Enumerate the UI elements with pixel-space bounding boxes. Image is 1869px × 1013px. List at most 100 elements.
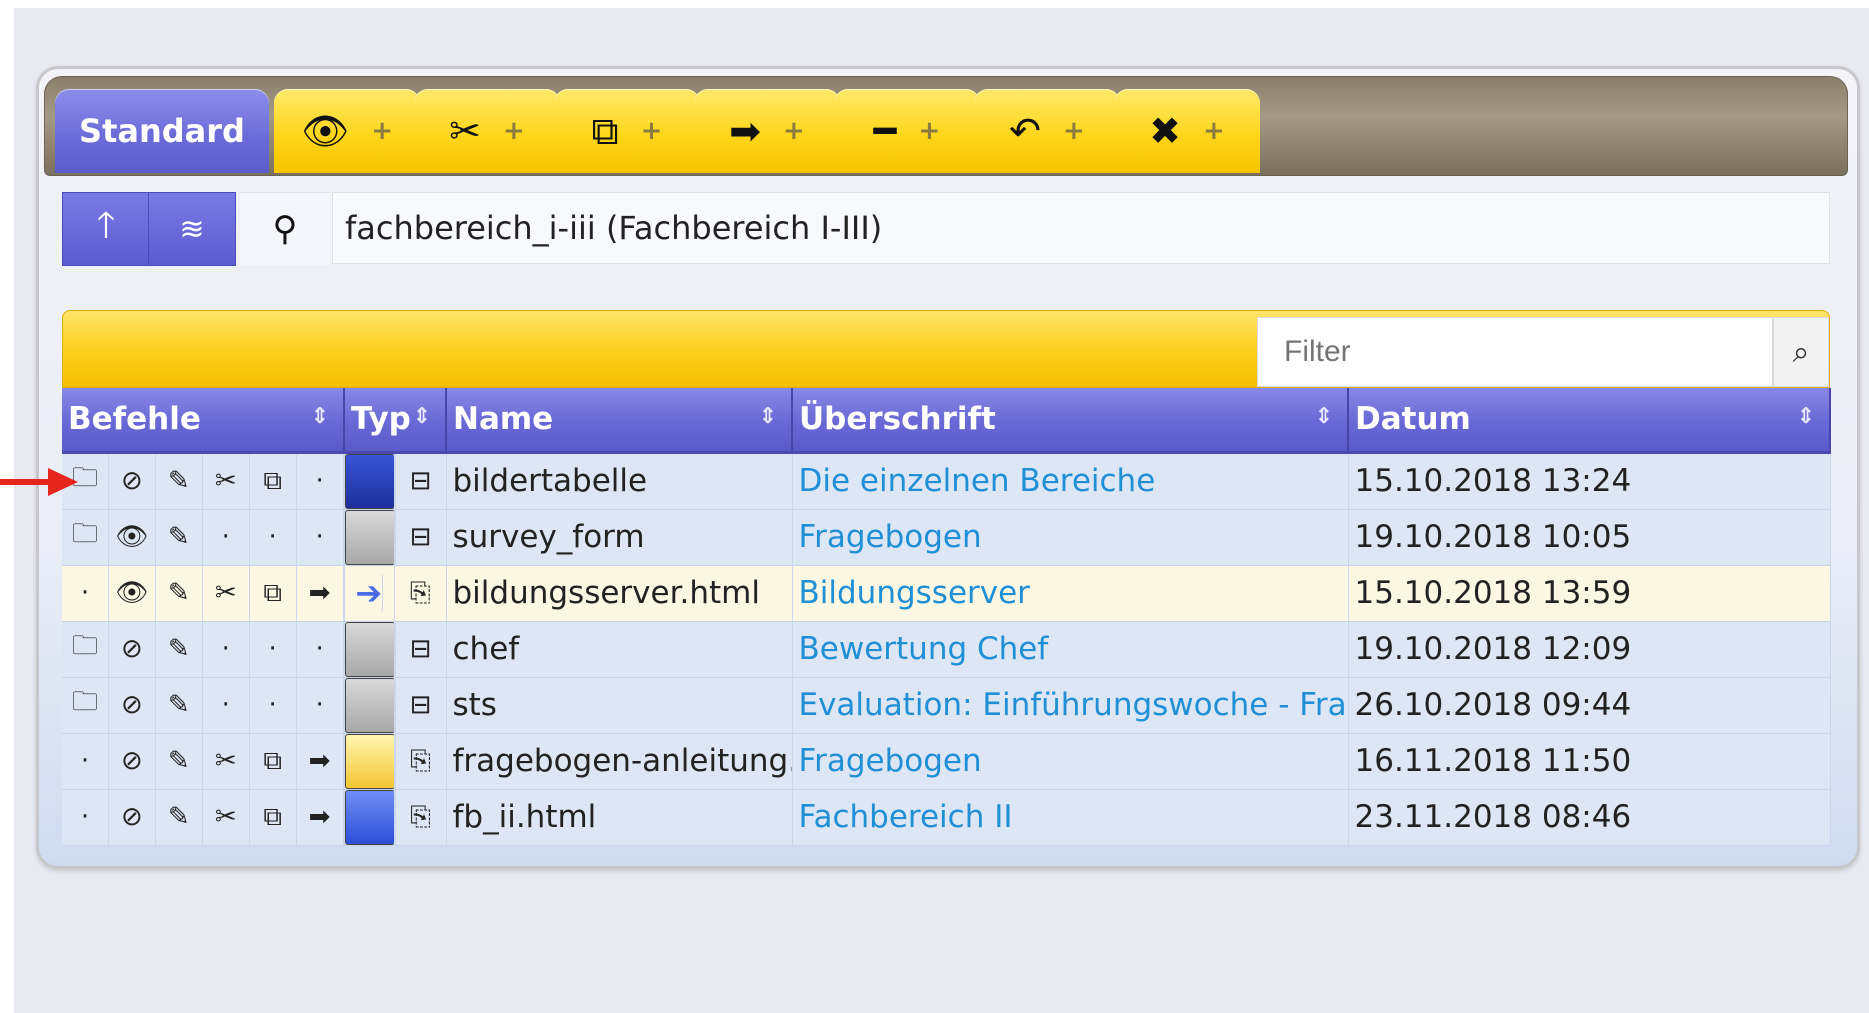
row-name[interactable]: fb_ii.html (446, 789, 793, 846)
row-type: ⊟ (344, 509, 447, 566)
cut-icon[interactable]: ✂ (203, 733, 250, 788)
row-type: ➔ ⎘ (344, 565, 447, 622)
copy-icon[interactable]: ⧉ (250, 565, 297, 620)
folder-properties-icon[interactable]: ⊟ (396, 510, 446, 565)
plus-icon: + (503, 116, 525, 146)
table-row[interactable]: 🗀 ⊘ ✎ · · · ⊟ sts Evaluation: Einführungswoche -… (62, 677, 1831, 734)
copy-icon[interactable]: ⧉ (250, 733, 297, 788)
visibility-icon[interactable]: 👁 (109, 565, 156, 620)
cut-icon[interactable]: ✂ (203, 789, 250, 844)
row-name[interactable]: bildertabelle (446, 452, 793, 510)
folder-properties-icon[interactable]: ⊟ (396, 622, 446, 677)
edit-icon[interactable]: ✎ (156, 789, 203, 844)
visibility-icon[interactable]: ⊘ (109, 733, 156, 788)
visibility-icon[interactable]: ⊘ (109, 621, 156, 676)
cut-icon[interactable]: ✂ (203, 565, 250, 620)
row-name[interactable]: sts (446, 677, 793, 734)
tab-undo[interactable]: ↶ + (974, 89, 1120, 173)
arrow-up-icon: 🡑 (96, 204, 116, 246)
column-header-datum[interactable]: Datum ⇕ (1348, 388, 1831, 454)
column-header-ueberschrift[interactable]: Überschrift ⇕ (792, 388, 1349, 454)
current-path: fachbereich_i-iii (Fachbereich I-III) (332, 192, 1830, 264)
visibility-icon[interactable]: ⊘ (109, 453, 156, 508)
move-icon[interactable]: ➡ (297, 789, 343, 844)
column-header-typ[interactable]: Typ ⇕ (344, 388, 447, 454)
search-button[interactable]: ⌕ (1773, 317, 1829, 387)
folder-properties-icon[interactable]: ⊟ (396, 454, 446, 509)
open-icon[interactable]: 🗀 (62, 677, 109, 732)
navigation-row: 🡑 ≋ ⚲ fachbereich_i-iii (Fachbereich I-I… (62, 192, 1830, 266)
edit-icon[interactable]: ✎ (156, 621, 203, 676)
table-row[interactable]: 🗀 ⊘ ✎ ✂ ⧉ · ⊟ bildertabelle Die einzelnen Bereic… (62, 452, 1831, 510)
empty-command: · (62, 789, 109, 844)
copy-icon: ⧉ (591, 109, 619, 153)
row-commands: 🗀 ⊘ ✎ ✂ ⧉ · (62, 452, 345, 510)
row-datum: 23.11.2018 08:46 (1348, 789, 1831, 846)
column-header-befehle[interactable]: Befehle ⇕ (62, 388, 345, 454)
copy-icon[interactable]: ⧉ (250, 453, 297, 508)
table-row[interactable]: ·⊘✎✂⧉➡ ⎘fragebogen-anleitung.pdfFrageboge… (62, 733, 1831, 790)
tab-copy[interactable]: ⧉ + (554, 89, 700, 173)
row-ueberschrift-link[interactable]: Die einzelnen Bereiche (792, 452, 1349, 510)
row-ueberschrift-link[interactable]: Fragebogen (792, 509, 1349, 566)
empty-command: · (250, 677, 297, 732)
file-table: Befehle ⇕ Typ ⇕ Name ⇕ Überschrift ⇕ Datum ⇕ … (62, 388, 1831, 846)
layers-button[interactable]: ≋ (148, 192, 236, 266)
row-type: ⊟ (344, 621, 447, 678)
row-commands: · ⊘ ✎ ✂ ⧉ ➡ (62, 789, 345, 846)
edit-icon[interactable]: ✎ (156, 565, 203, 620)
row-name[interactable]: bildungsserver.html (446, 565, 793, 622)
visibility-icon[interactable]: ⊘ (109, 677, 156, 732)
edit-icon[interactable]: ✎ (156, 453, 203, 508)
table-row[interactable]: 🗀 👁 ✎ · · · ⊟ survey_form Fragebogen 19.10.2018 1… (62, 509, 1831, 566)
file-type-folder-icon (344, 621, 395, 676)
tab-eye[interactable]: 👁 + (274, 89, 420, 173)
visibility-icon[interactable]: 👁 (109, 509, 156, 564)
folder-properties-icon[interactable]: ⊟ (396, 678, 446, 733)
row-name[interactable]: fragebogen-anleitung.pdf (446, 733, 793, 790)
cut-icon[interactable]: ✂ (203, 453, 250, 508)
undo-icon: ↶ (1009, 109, 1042, 153)
move-icon[interactable]: ➡ (297, 733, 343, 788)
open-icon[interactable]: 🗀 (62, 621, 109, 676)
row-ueberschrift-link[interactable]: Bewertung Chef (792, 621, 1349, 678)
grid-toolbar: ⌕ (62, 310, 1830, 388)
close-icon: ✖ (1149, 109, 1182, 153)
open-icon[interactable]: 🗀 (62, 509, 109, 564)
file-properties-icon[interactable]: ⎘ (396, 790, 446, 845)
filter-input[interactable] (1257, 317, 1773, 387)
minus-icon: ━ (873, 109, 897, 153)
tab-scissors[interactable]: ✂ + (414, 89, 560, 173)
tab-standard[interactable]: Standard (55, 89, 269, 173)
row-name[interactable]: survey_form (446, 509, 793, 566)
file-properties-icon[interactable]: ⎘ (396, 734, 446, 789)
layers-icon: ≋ (179, 211, 205, 247)
edit-icon[interactable]: ✎ (156, 677, 203, 732)
column-header-name[interactable]: Name ⇕ (446, 388, 793, 454)
table-row[interactable]: · 👁 ✎ ✂ ⧉ ➡ ➔ ⎘ bildungsserver.html Bildungsserve… (62, 565, 1831, 622)
row-ueberschrift-link[interactable]: Evaluation: Einführungswoche - Frankfurt (792, 677, 1349, 734)
copy-icon[interactable]: ⧉ (250, 789, 297, 844)
tab-close[interactable]: ✖ + (1114, 89, 1260, 173)
plus-icon: + (640, 116, 663, 146)
tab-minus[interactable]: ━ + (834, 89, 980, 173)
row-ueberschrift-link[interactable]: Fragebogen (792, 733, 1349, 790)
file-properties-icon[interactable]: ⎘ (395, 566, 445, 621)
empty-command: · (62, 733, 109, 788)
row-ueberschrift-link[interactable]: Fachbereich II (792, 789, 1349, 846)
edit-icon[interactable]: ✎ (156, 509, 203, 564)
file-type-table-icon (344, 453, 395, 508)
table-row[interactable]: · ⊘ ✎ ✂ ⧉ ➡ ⎘ fb_ii.html Fachbereich II 23.11.201… (62, 789, 1831, 846)
row-ueberschrift-link[interactable]: Bildungsserver (792, 565, 1349, 622)
location-pin-icon: ⚲ (240, 192, 330, 265)
up-button[interactable]: 🡑 (62, 192, 150, 266)
move-icon[interactable]: ➡ (297, 565, 343, 620)
plus-icon: + (1203, 116, 1225, 146)
edit-icon[interactable]: ✎ (156, 733, 203, 788)
tab-arrow-right[interactable]: ➡ + (694, 89, 840, 173)
file-type-html-icon (344, 789, 395, 844)
visibility-icon[interactable]: ⊘ (109, 789, 156, 844)
row-datum: 16.11.2018 11:50 (1348, 733, 1831, 790)
table-row[interactable]: 🗀 ⊘ ✎ · · · ⊟ chef Bewertung Chef 19.10.2018 12:0… (62, 621, 1831, 678)
row-name[interactable]: chef (446, 621, 793, 678)
